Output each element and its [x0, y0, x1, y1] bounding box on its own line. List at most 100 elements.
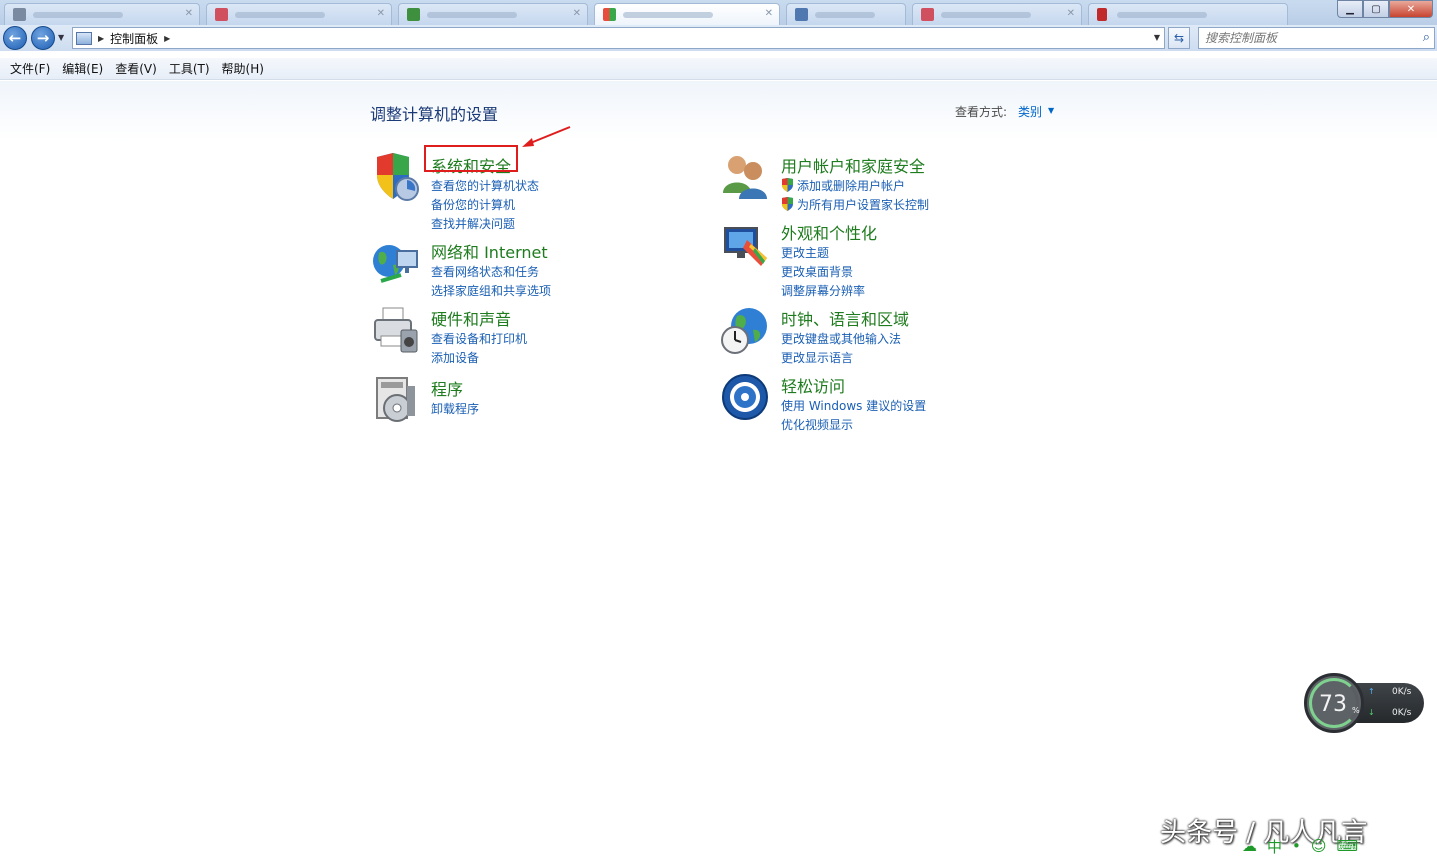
link-view-computer-status[interactable]: 查看您的计算机状态 [431, 177, 539, 196]
menu-help[interactable]: 帮助(H) [216, 59, 270, 79]
link-change-keyboard[interactable]: 更改键盘或其他输入法 [781, 330, 901, 349]
appearance-icon[interactable] [721, 220, 771, 270]
category-title[interactable]: 用户帐户和家庭安全 [781, 153, 925, 177]
breadcrumb-chevron-icon[interactable]: ▶ [164, 34, 170, 43]
ime-punctuation-icon[interactable]: • [1292, 837, 1301, 855]
tab-title-blurred [815, 12, 875, 18]
ime-mode-label[interactable]: 中 [1267, 836, 1282, 857]
link-devices-printers[interactable]: 查看设备和打印机 [431, 330, 527, 349]
breadcrumb-control-panel[interactable]: 控制面板 [110, 30, 158, 47]
arrow-right-icon: → [36, 29, 50, 47]
close-button[interactable]: ✕ [1389, 0, 1433, 18]
link-optimize-video[interactable]: 优化视频显示 [781, 416, 926, 435]
category-title[interactable]: 程序 [431, 376, 463, 400]
browser-tab[interactable]: ✕ [206, 3, 392, 25]
link-screen-resolution[interactable]: 调整屏幕分辨率 [781, 282, 865, 301]
menu-file[interactable]: 文件(F) [4, 59, 56, 79]
menu-bar: 文件(F) 编辑(E) 查看(V) 工具(T) 帮助(H) [0, 58, 1437, 80]
recent-pages-dropdown-icon[interactable]: ▼ [58, 33, 64, 42]
link-windows-recommended[interactable]: 使用 Windows 建议的设置 [781, 397, 926, 416]
uac-shield-icon [782, 178, 793, 192]
browser-tab-strip: ✕ ✕ ✕ ✕ ✕ ▁ ▢ ✕ [0, 0, 1437, 26]
link-add-device[interactable]: 添加设备 [431, 349, 527, 368]
link-change-theme[interactable]: 更改主题 [781, 244, 865, 263]
memory-usage-dial: 73 % [1304, 673, 1364, 733]
search-input[interactable] [1205, 30, 1405, 46]
view-by-label: 查看方式: [955, 105, 1008, 119]
link-uninstall-program[interactable]: 卸载程序 [431, 400, 479, 419]
menu-view[interactable]: 查看(V) [109, 59, 163, 79]
link-label[interactable]: 为所有用户设置家长控制 [797, 198, 929, 212]
browser-tab[interactable] [1088, 3, 1288, 25]
network-speed-widget[interactable]: 73 % ↑ 0K/s ↓ 0K/s [1304, 673, 1424, 733]
category-title[interactable]: 硬件和声音 [431, 306, 511, 330]
link-add-remove-accounts[interactable]: 添加或删除用户帐户 [781, 177, 929, 196]
refresh-button[interactable]: ⇆ [1168, 27, 1190, 49]
page-title: 调整计算机的设置 [370, 105, 499, 124]
browser-tab[interactable]: ✕ [912, 3, 1082, 25]
refresh-icon: ⇆ [1173, 31, 1185, 45]
ime-keyboard-icon[interactable]: ⌨ [1337, 837, 1359, 855]
menu-tools[interactable]: 工具(T) [163, 59, 216, 79]
link-label[interactable]: 添加或删除用户帐户 [797, 179, 905, 193]
back-button[interactable]: ← [3, 26, 27, 50]
tab-title-blurred [1117, 12, 1207, 18]
category-title[interactable]: 时钟、语言和区域 [781, 306, 909, 330]
printer-icon[interactable] [371, 306, 421, 356]
view-by-dropdown[interactable]: 类别 [1018, 103, 1042, 120]
tab-close-icon[interactable]: ✕ [1067, 8, 1075, 19]
control-panel-icon [76, 31, 92, 45]
link-change-wallpaper[interactable]: 更改桌面背景 [781, 263, 865, 282]
upload-arrow-icon: ↑ [1368, 687, 1375, 696]
minimize-button[interactable]: ▁ [1337, 0, 1363, 18]
download-rate: 0K/s [1392, 708, 1412, 718]
tab-title-blurred [941, 12, 1031, 18]
view-by-dropdown-icon[interactable]: ▼ [1048, 106, 1054, 115]
programs-icon[interactable] [371, 376, 421, 426]
tab-favicon-icon [407, 8, 420, 21]
arrow-left-icon: ← [8, 29, 22, 47]
ime-emoji-icon[interactable]: ☺ [1311, 837, 1327, 855]
shield-icon[interactable] [371, 153, 421, 203]
address-toolbar: ← → ▼ ▶ 控制面板 ▶ ▼ ⇆ ⌕ [0, 25, 1437, 51]
browser-tab-active[interactable]: ✕ [594, 3, 780, 25]
tab-favicon-icon [215, 8, 228, 21]
link-troubleshoot[interactable]: 查找并解决问题 [431, 215, 539, 234]
maximize-button[interactable]: ▢ [1363, 0, 1389, 18]
annotation-arrow-icon [522, 126, 571, 147]
tab-title-blurred [427, 12, 517, 18]
menu-edit[interactable]: 编辑(E) [56, 59, 109, 79]
tab-close-icon[interactable]: ✕ [185, 8, 193, 19]
browser-tab[interactable] [786, 3, 906, 25]
link-network-status[interactable]: 查看网络状态和任务 [431, 263, 551, 282]
forward-button[interactable]: → [31, 26, 55, 50]
breadcrumb-chevron-icon[interactable]: ▶ [98, 34, 104, 43]
tab-favicon-icon [795, 8, 808, 21]
category-title[interactable]: 外观和个性化 [781, 220, 877, 244]
users-icon[interactable] [721, 153, 771, 203]
tab-close-icon[interactable]: ✕ [765, 8, 773, 19]
link-parental-controls[interactable]: 为所有用户设置家长控制 [781, 196, 929, 215]
tab-close-icon[interactable]: ✕ [573, 8, 581, 19]
category-title[interactable]: 轻松访问 [781, 373, 845, 397]
link-backup-computer[interactable]: 备份您的计算机 [431, 196, 539, 215]
tab-close-icon[interactable]: ✕ [377, 8, 385, 19]
download-arrow-icon: ↓ [1368, 708, 1375, 717]
ime-logo-icon[interactable]: ☁ [1242, 837, 1257, 855]
browser-tab[interactable]: ✕ [4, 3, 200, 25]
clock-globe-icon[interactable] [721, 306, 771, 356]
ime-toolbar[interactable]: ☁ 中 • ☺ ⌨ [1238, 836, 1398, 856]
link-display-language[interactable]: 更改显示语言 [781, 349, 901, 368]
ease-of-access-icon[interactable] [721, 373, 771, 423]
upload-rate: 0K/s [1392, 687, 1412, 697]
address-history-dropdown-icon[interactable]: ▼ [1154, 33, 1160, 42]
uac-shield-icon [782, 197, 793, 211]
tab-favicon-icon [921, 8, 934, 21]
link-homegroup-sharing[interactable]: 选择家庭组和共享选项 [431, 282, 551, 301]
search-box: ⌕ [1198, 27, 1435, 49]
address-field[interactable]: ▶ 控制面板 ▶ ▼ [72, 27, 1165, 49]
search-icon[interactable]: ⌕ [1423, 30, 1430, 45]
category-title[interactable]: 网络和 Internet [431, 239, 548, 263]
browser-tab[interactable]: ✕ [398, 3, 588, 25]
network-globe-icon[interactable] [371, 239, 421, 289]
